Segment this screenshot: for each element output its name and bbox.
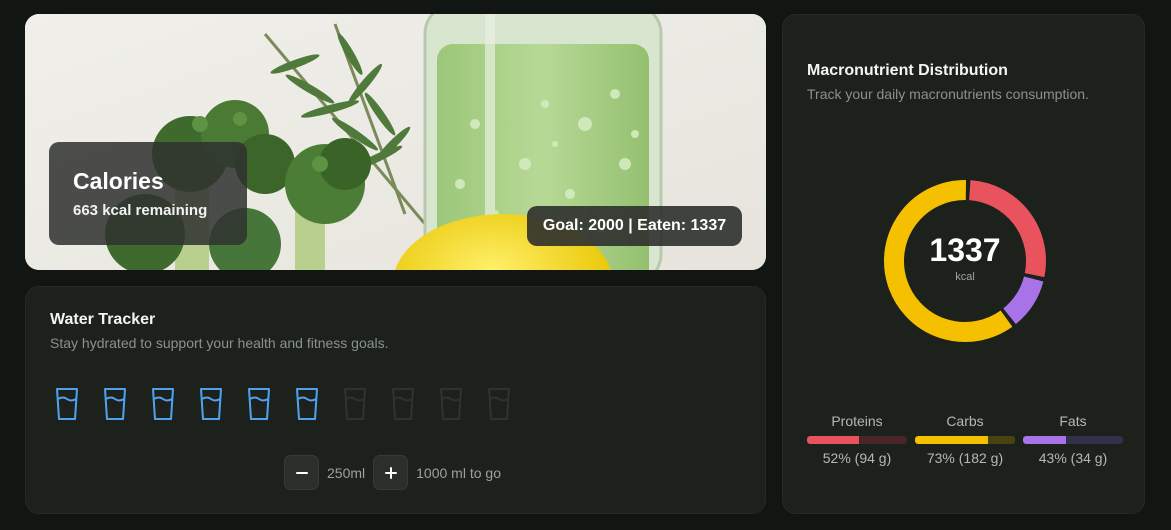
glass-icon (200, 388, 222, 420)
increase-water-button[interactable] (373, 455, 409, 490)
glass-icon (488, 388, 510, 420)
water-glass-filled[interactable] (55, 387, 79, 421)
decrease-water-button[interactable] (284, 455, 319, 490)
macronutrient-title: Macronutrient Distribution (807, 62, 1008, 79)
water-glass-empty[interactable] (391, 387, 415, 421)
minus-icon (295, 471, 308, 474)
water-glass-filled[interactable] (151, 387, 175, 421)
legend-fats-progress-bar (1023, 436, 1123, 444)
legend-proteins: Proteins 52% (94 g) (807, 413, 907, 466)
legend-proteins-value: 52% (94 g) (822, 450, 892, 466)
legend-carbs-progress-bar (915, 436, 1015, 444)
macronutrient-legend: Proteins 52% (94 g) Carbs 73% (182 g) Fats 43… (807, 413, 1123, 466)
legend-proteins-label: Proteins (831, 413, 883, 429)
legend-fats-label: Fats (1059, 413, 1087, 429)
glass-icon (104, 388, 126, 420)
calories-eaten-total: 1337 (929, 231, 1001, 268)
legend-fats-value: 43% (34 g) (1038, 450, 1108, 466)
macronutrient-subtitle: Track your daily macronutrients consumpt… (807, 86, 1089, 102)
goal-eaten-badge: Goal: 2000 | Eaten: 1337 (527, 206, 742, 246)
glass-icon (248, 388, 270, 420)
water-glass-empty[interactable] (487, 387, 511, 421)
calories-remaining: 663 kcal remaining (73, 202, 208, 219)
legend-carbs-value: 73% (182 g) (926, 450, 1004, 466)
water-glass-filled[interactable] (247, 387, 271, 421)
legend-proteins-progress-fill (807, 436, 859, 444)
glass-icon (344, 388, 366, 420)
calories-unit: kcal (955, 270, 975, 283)
water-tracker-card: Water Tracker Stay hydrated to support y… (25, 286, 766, 514)
macronutrient-card: Macronutrient Distribution Track your da… (782, 14, 1145, 514)
water-tracker-title: Water Tracker (50, 311, 156, 328)
legend-carbs-progress-fill (915, 436, 988, 444)
legend-proteins-progress-bar (807, 436, 907, 444)
water-amount: 250ml (327, 464, 366, 481)
calories-hero-card: Calories 663 kcal remaining Goal: 2000 |… (25, 14, 766, 270)
donut-center: 1337 kcal (883, 179, 1047, 343)
calories-title: Calories (73, 168, 164, 194)
water-glass-empty[interactable] (343, 387, 367, 421)
glass-icon (296, 388, 318, 420)
glass-icon (392, 388, 414, 420)
water-controls: 250ml 1000 ml to go (284, 455, 501, 490)
water-glass-filled[interactable] (199, 387, 223, 421)
water-glass-filled[interactable] (103, 387, 127, 421)
plus-icon (384, 466, 397, 479)
glass-icon (56, 388, 78, 420)
water-tracker-subtitle: Stay hydrated to support your health and… (50, 335, 389, 351)
glass-icon (440, 388, 462, 420)
water-glasses (55, 387, 511, 421)
legend-fats: Fats 43% (34 g) (1023, 413, 1123, 466)
calories-summary: Calories 663 kcal remaining (49, 142, 247, 245)
glass-icon (152, 388, 174, 420)
legend-carbs: Carbs 73% (182 g) (915, 413, 1015, 466)
water-remaining: 1000 ml to go (416, 464, 501, 481)
legend-fats-progress-fill (1023, 436, 1066, 444)
water-glass-empty[interactable] (439, 387, 463, 421)
legend-carbs-label: Carbs (946, 413, 984, 429)
water-glass-filled[interactable] (295, 387, 319, 421)
